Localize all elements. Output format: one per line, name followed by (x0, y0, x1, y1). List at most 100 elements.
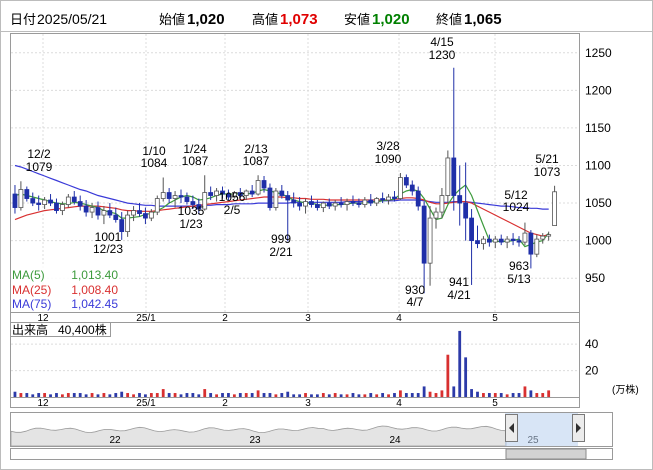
volume-bar (304, 393, 307, 397)
legend-ma75-value: 1,042.45 (71, 297, 118, 311)
high-label: 高値 (252, 12, 278, 27)
candle-body (522, 232, 528, 243)
candle-body (30, 198, 36, 204)
volume-bar (167, 393, 171, 397)
volume-y-tick-label: 20 (585, 364, 599, 378)
ma-legend: MA(5) 1,013.40 MA(25) 1,008.40 MA(75) 1,… (11, 266, 119, 312)
navigator-year-label: 24 (389, 435, 401, 446)
candle-body (350, 201, 356, 204)
candle-body (392, 196, 397, 199)
volume-bar (72, 393, 76, 397)
candle-body (261, 180, 267, 189)
volume-latest: 40,400株 (58, 322, 107, 337)
volume-bar (517, 393, 521, 397)
candle-body (433, 211, 439, 219)
candle-body (362, 199, 368, 205)
volume-bar (399, 390, 402, 397)
volume-bar (203, 389, 207, 397)
candle (552, 185, 557, 226)
annotation-high: 5/121024 (503, 188, 530, 214)
candle-body (95, 207, 101, 216)
volume-y-tick-label: 40 (585, 337, 599, 351)
candle-body (469, 217, 474, 242)
candle-body (83, 205, 89, 213)
candle-body (457, 195, 463, 204)
volume-bar (31, 394, 35, 397)
annotation-high: 3/281090 (375, 139, 402, 166)
annotation-value: 1230 (429, 48, 456, 62)
candle-body (303, 201, 308, 207)
volume-bar (96, 394, 100, 397)
candle-body (463, 202, 469, 219)
annotation-low: 100112/23 (93, 230, 123, 256)
candle-body (540, 235, 546, 240)
annotation-value: 1073 (534, 165, 561, 179)
annotation-date: 5/21 (535, 152, 559, 166)
candle-body (427, 217, 433, 264)
volume-bar (286, 391, 290, 397)
candle-body (273, 190, 279, 208)
volume-bar (310, 394, 313, 397)
volume-bar (19, 393, 23, 397)
close-value: 1,065 (464, 11, 502, 28)
candle-body (24, 189, 30, 199)
candle-body (89, 207, 95, 213)
candle-body (403, 177, 409, 186)
x-tick-label: 2 (222, 398, 228, 409)
volume-bar (78, 393, 82, 397)
annotation-date: 4/21 (447, 288, 471, 302)
legend-ma25-label: MA(25) (12, 283, 51, 297)
candle-body (60, 204, 65, 211)
candle-body (101, 210, 107, 216)
volume-bar (464, 357, 468, 397)
candle-body (368, 199, 374, 204)
candle-body (291, 199, 297, 204)
legend-ma25-value: 1,008.40 (71, 283, 118, 297)
volume-bar (49, 394, 52, 397)
candle-body (297, 202, 303, 207)
volume-unit: (万株) (612, 383, 639, 396)
annotation-value: 1056 (219, 190, 246, 204)
annotation-date: 12/2 (27, 147, 51, 161)
price-y-tick-label: 1100 (585, 158, 611, 172)
candle-body (445, 157, 451, 196)
annotation-high: 1/241087 (182, 142, 209, 168)
candle-body (154, 198, 160, 213)
navigator-left-handle[interactable] (505, 414, 518, 442)
candle (445, 150, 451, 204)
candle-body (492, 238, 498, 243)
volume-bar (422, 386, 426, 397)
candle-body (148, 211, 154, 219)
date-label: 日付 (10, 12, 36, 27)
candle-body (415, 190, 421, 207)
volume-bar (321, 393, 325, 397)
open-value: 1,020 (187, 11, 225, 28)
high-value: 1,073 (280, 11, 318, 28)
volume-bar (547, 390, 551, 397)
volume-bar (244, 393, 248, 397)
volume-bar (298, 394, 302, 397)
navigator-year-label: 23 (249, 435, 261, 446)
volume-bar (155, 393, 159, 397)
volume-bar (90, 393, 94, 397)
volume-bar (120, 391, 124, 397)
navigator-right-handle[interactable] (572, 414, 585, 442)
volume-bar (345, 394, 349, 397)
volume-bar (440, 390, 444, 397)
candle-body (279, 190, 285, 196)
candle-body (421, 205, 427, 264)
volume-bar (416, 393, 420, 397)
volume-bar (393, 393, 396, 397)
candle-body (178, 195, 184, 198)
candle-body (398, 177, 403, 199)
navigator-year-label: 22 (109, 435, 121, 446)
volume-bar (523, 386, 527, 397)
volume-bar (505, 394, 509, 397)
annotation-date: 12/23 (93, 242, 123, 256)
annotation-value: 1035 (178, 204, 205, 218)
candle-body (409, 184, 415, 192)
candle-body (451, 157, 457, 196)
annotation-date: 3/28 (376, 139, 400, 153)
annotation-value: 1087 (182, 154, 209, 168)
navigator-scrollbar-thumb[interactable] (505, 448, 587, 460)
